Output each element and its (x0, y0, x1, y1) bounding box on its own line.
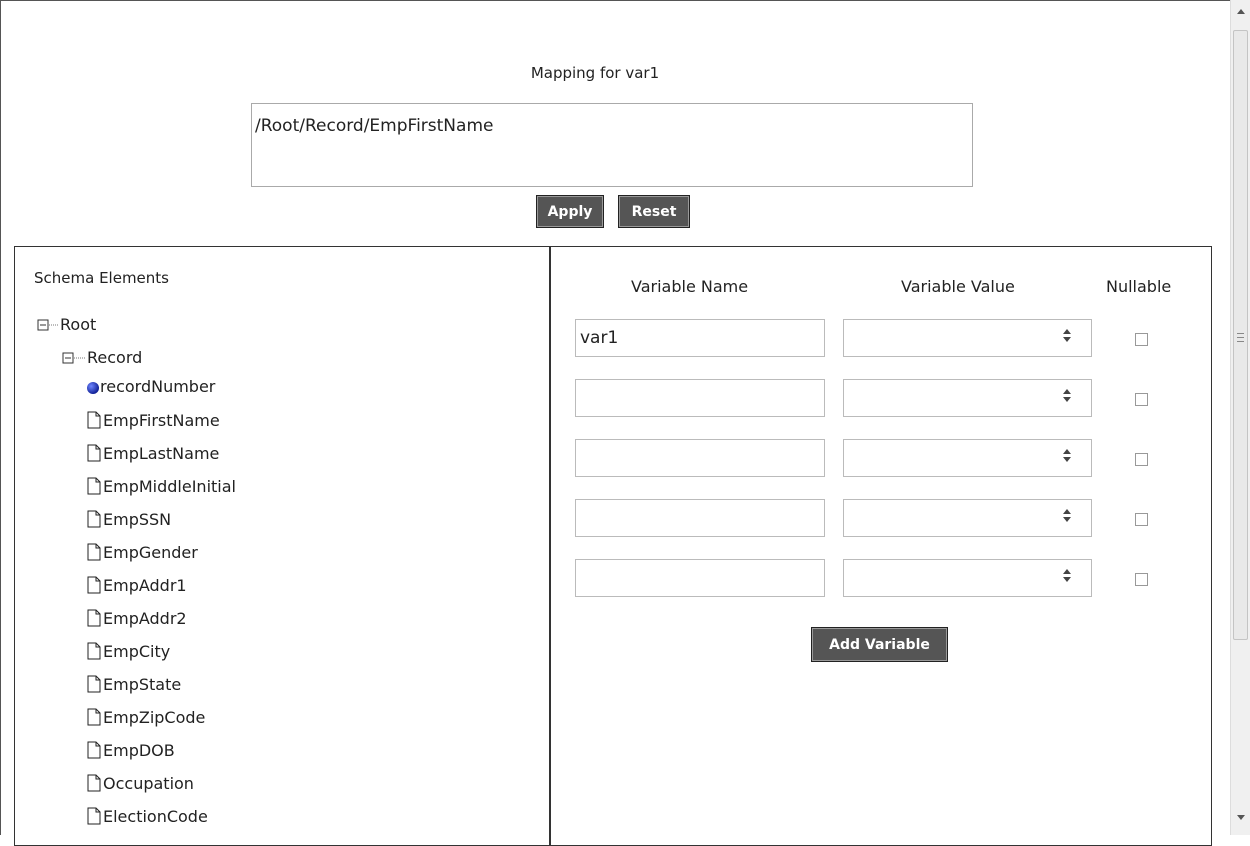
tree-label: EmpState (103, 675, 182, 694)
tree-label: EmpFirstName (103, 411, 220, 430)
tree-label: EmpAddr2 (103, 609, 187, 628)
tree-label: EmpAddr1 (103, 576, 187, 595)
tree-label: EmpGender (103, 543, 198, 562)
document-icon (87, 675, 101, 693)
document-icon (87, 642, 101, 660)
document-icon (87, 510, 101, 528)
tree-label-root: Root (60, 315, 97, 334)
tree-node-element[interactable]: EmpLastName (86, 443, 219, 463)
minus-box-icon[interactable] (37, 318, 61, 334)
value-spinner[interactable] (1061, 326, 1073, 350)
spinner-down-icon[interactable] (1063, 577, 1071, 582)
document-icon (87, 774, 101, 792)
document-icon (87, 411, 101, 429)
variable-value-input[interactable] (843, 439, 1092, 477)
tree-node-root[interactable]: Root (37, 315, 96, 334)
nullable-checkbox[interactable] (1135, 453, 1148, 466)
tree-node-element[interactable]: EmpMiddleInitial (86, 476, 236, 496)
spinner-down-icon[interactable] (1063, 397, 1071, 402)
spinner-up-icon[interactable] (1063, 449, 1071, 454)
spinner-up-icon[interactable] (1063, 509, 1071, 514)
document-icon (87, 741, 101, 759)
variable-name-input[interactable] (575, 559, 825, 597)
value-spinner[interactable] (1061, 506, 1073, 530)
tree-node-element[interactable]: EmpZipCode (86, 707, 205, 727)
variable-name-input[interactable] (575, 499, 825, 537)
minus-box-icon[interactable] (62, 351, 88, 367)
spinner-down-icon[interactable] (1063, 517, 1071, 522)
reset-button[interactable]: Reset (618, 195, 690, 228)
tree-label-recordNumber: recordNumber (100, 377, 216, 396)
nullable-checkbox[interactable] (1135, 333, 1148, 346)
value-spinner[interactable] (1061, 446, 1073, 470)
variable-value-input[interactable] (843, 499, 1092, 537)
tree-node-element[interactable]: ElectionCode (86, 806, 208, 826)
tree-node-attribute[interactable]: recordNumber (86, 377, 215, 396)
variables-panel: Variable Name Variable Value Nullable va… (549, 246, 1212, 846)
document-icon (87, 708, 101, 726)
tree-node-element[interactable]: EmpSSN (86, 509, 171, 529)
tree-label-record: Record (87, 348, 143, 367)
tree-node-element[interactable]: EmpState (86, 674, 181, 694)
spinner-up-icon[interactable] (1063, 389, 1071, 394)
value-spinner[interactable] (1061, 386, 1073, 410)
spinner-down-icon[interactable] (1063, 457, 1071, 462)
variable-name-input[interactable]: var1 (575, 319, 825, 357)
grip-icon (1237, 333, 1244, 342)
document-icon (87, 807, 101, 825)
nullable-checkbox[interactable] (1135, 573, 1148, 586)
value-spinner[interactable] (1061, 566, 1073, 590)
schema-panel: Schema Elements Root Record recordNumber… (14, 246, 550, 846)
tree-node-element[interactable]: EmpAddr2 (86, 608, 187, 628)
tree-label: Occupation (103, 774, 194, 793)
schema-title: Schema Elements (34, 269, 169, 287)
tree-node-record[interactable]: Record (62, 348, 142, 367)
document-icon (87, 609, 101, 627)
mapping-expression-field[interactable]: /Root/Record/EmpFirstName (251, 103, 973, 187)
tree-label: ElectionCode (103, 807, 208, 826)
header-nullable: Nullable (1106, 277, 1172, 296)
blue-ball-icon (87, 382, 99, 394)
tree-label: EmpDOB (103, 741, 175, 760)
variable-value-input[interactable] (843, 379, 1092, 417)
document-icon (87, 543, 101, 561)
variable-name-input[interactable] (575, 379, 825, 417)
tree-label: EmpCity (103, 642, 171, 661)
variable-name-input[interactable] (575, 439, 825, 477)
spinner-up-icon[interactable] (1063, 329, 1071, 334)
tree-node-element[interactable]: Occupation (86, 773, 194, 793)
tree-node-element[interactable]: EmpCity (86, 641, 170, 661)
mapping-title: Mapping for var1 (530, 64, 660, 82)
add-variable-button[interactable]: Add Variable (811, 627, 948, 662)
tree-label: EmpZipCode (103, 708, 206, 727)
header-variable-value: Variable Value (901, 277, 1015, 296)
vertical-scrollbar[interactable] (1230, 0, 1250, 835)
tree-label: EmpSSN (103, 510, 172, 529)
apply-button[interactable]: Apply (536, 195, 604, 228)
scroll-up-icon[interactable] (1237, 9, 1245, 14)
variable-value-input[interactable] (843, 559, 1092, 597)
tree-node-element[interactable]: EmpGender (86, 542, 198, 562)
document-icon (87, 477, 101, 495)
nullable-checkbox[interactable] (1135, 393, 1148, 406)
document-icon (87, 576, 101, 594)
scrollbar-thumb[interactable] (1233, 30, 1248, 640)
tree-node-element[interactable]: EmpAddr1 (86, 575, 187, 595)
spinner-up-icon[interactable] (1063, 569, 1071, 574)
variable-value-input[interactable] (843, 319, 1092, 357)
nullable-checkbox[interactable] (1135, 513, 1148, 526)
scroll-down-icon[interactable] (1237, 815, 1245, 820)
tree-node-element[interactable]: EmpFirstName (86, 410, 220, 430)
document-icon (87, 444, 101, 462)
tree-label: EmpMiddleInitial (103, 477, 236, 496)
tree-node-element[interactable]: EmpDOB (86, 740, 175, 760)
spinner-down-icon[interactable] (1063, 337, 1071, 342)
header-variable-name: Variable Name (631, 277, 749, 296)
tree-label: EmpLastName (103, 444, 220, 463)
